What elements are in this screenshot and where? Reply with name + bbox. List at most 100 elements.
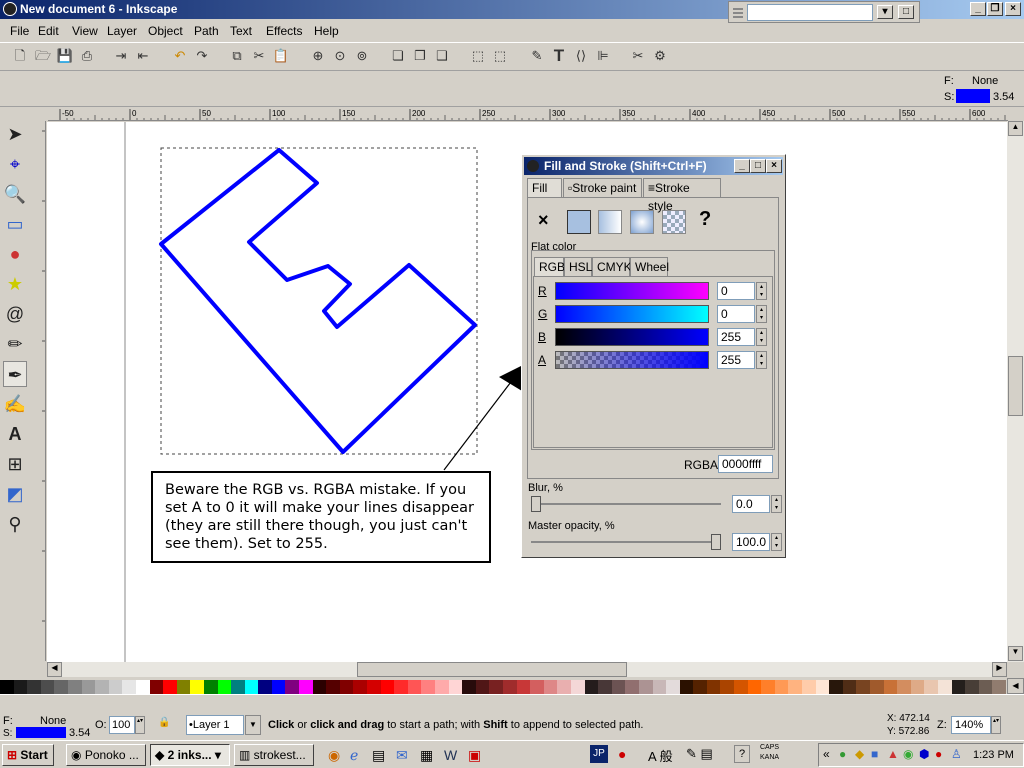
linear-gradient-icon[interactable] — [598, 210, 622, 234]
node-tool-icon[interactable]: ⌖ — [3, 151, 27, 177]
menu-layer[interactable]: Layer — [107, 24, 137, 38]
quicklaunch-explorer-icon[interactable]: ▤ — [372, 747, 385, 764]
rgba-input[interactable]: 0000ffff — [718, 455, 773, 473]
tray-icon-4[interactable]: ▲ — [887, 747, 899, 761]
menu-object[interactable]: Object — [148, 24, 183, 38]
ungroup-icon[interactable]: ⬚ — [490, 46, 510, 66]
tray-icon-5[interactable]: ◉ — [903, 747, 913, 761]
menu-edit[interactable]: Edit — [38, 24, 59, 38]
radial-gradient-icon[interactable] — [630, 210, 654, 234]
minimize-button[interactable]: _ — [970, 2, 986, 16]
close-button[interactable]: × — [1005, 2, 1021, 16]
zoom-input[interactable]: 140% — [951, 716, 991, 734]
import-icon[interactable]: ⇥ — [111, 46, 131, 66]
opacity-spinner[interactable]: ▴▾ — [135, 716, 145, 734]
xml-editor-icon[interactable]: ⟨⟩ — [571, 46, 591, 66]
ime-help-icon[interactable]: ? — [734, 745, 750, 763]
zoom-selection-icon[interactable]: ⊕ — [308, 46, 328, 66]
blur-slider[interactable] — [531, 503, 721, 505]
copy-icon[interactable]: ⧉ — [227, 46, 247, 66]
palette-swatches[interactable] — [0, 680, 1006, 694]
alpha-slider[interactable] — [555, 351, 709, 369]
green-spinner[interactable]: ▴ ▾ — [756, 305, 767, 323]
open-icon[interactable]: 🗁 — [33, 46, 53, 66]
tray-icon-7[interactable]: ● — [935, 747, 942, 761]
tray-network-icon[interactable]: ♙ — [951, 747, 962, 761]
unlink-clone-icon[interactable]: ❑ — [432, 46, 452, 66]
duplicate-icon[interactable]: ❏ — [388, 46, 408, 66]
clone-icon[interactable]: ❐ — [410, 46, 430, 66]
blue-spinner[interactable]: ▴ ▾ — [756, 328, 767, 346]
red-slider[interactable] — [555, 282, 709, 300]
tab-cmyk[interactable]: CMYK — [592, 257, 632, 277]
preferences-icon[interactable]: ✂ — [628, 46, 648, 66]
scroll-left-icon[interactable]: ◀ — [47, 662, 62, 677]
pen-tool-icon[interactable]: ✒ — [3, 361, 27, 387]
group-icon[interactable]: ⬚ — [468, 46, 488, 66]
save-icon[interactable]: 💾 — [55, 46, 75, 66]
status-stroke-swatch[interactable] — [16, 727, 66, 738]
dialog-maximize-button[interactable]: □ — [750, 159, 766, 173]
red-spinner[interactable]: ▴ ▾ — [756, 282, 767, 300]
green-slider[interactable] — [555, 305, 709, 323]
zoom-spinner[interactable]: ▴▾ — [991, 716, 1001, 734]
layer-selector[interactable]: •Layer 1 — [186, 715, 244, 735]
flat-color-icon[interactable] — [567, 210, 591, 234]
horizontal-scroll-thumb[interactable] — [357, 662, 627, 677]
blue-input[interactable]: 255 — [717, 328, 755, 346]
selector-tool-icon[interactable]: ➤ — [3, 121, 27, 147]
star-tool-icon[interactable]: ★ — [3, 271, 27, 297]
gradient-tool-icon[interactable]: ◩ — [3, 481, 27, 507]
blur-spinner[interactable]: ▴ ▾ — [771, 495, 782, 513]
redo-icon[interactable]: ↷ — [192, 46, 212, 66]
print-icon[interactable]: ⎙ — [77, 46, 97, 66]
connector-tool-icon[interactable]: ⊞ — [3, 451, 27, 477]
menu-view[interactable]: View — [72, 24, 98, 38]
task-strokestyle[interactable]: ▥ strokest... — [234, 744, 314, 766]
tab-hsl[interactable]: HSL — [564, 257, 592, 277]
red-input[interactable]: 0 — [717, 282, 755, 300]
tab-rgb[interactable]: RGB — [534, 257, 565, 277]
menu-file[interactable]: File — [10, 24, 29, 38]
menu-effects[interactable]: Effects — [266, 24, 302, 38]
tab-stroke-style[interactable]: ≡Stroke style — [643, 178, 721, 213]
opacity-input[interactable]: 100 — [109, 716, 135, 734]
tab-stroke-paint[interactable]: ▫Stroke paint — [563, 178, 642, 198]
tray-icon-2[interactable]: ◆ — [855, 747, 864, 761]
ime-tools-icon[interactable]: ✎ ▤ — [686, 746, 713, 762]
dialog-close-button[interactable]: × — [766, 159, 782, 173]
tab-fill[interactable]: Fill — [527, 178, 562, 198]
spiral-tool-icon[interactable]: @ — [3, 301, 27, 327]
dropdown-icon[interactable]: ▾ — [877, 5, 893, 19]
align-distribute-icon[interactable]: ⊫ — [593, 46, 613, 66]
quicklaunch-word-icon[interactable]: W — [444, 747, 457, 763]
ime-language-indicator[interactable]: JP — [590, 745, 608, 763]
square-button[interactable]: □ — [898, 5, 914, 19]
tray-icon-3[interactable]: ■ — [871, 747, 878, 761]
new-document-icon[interactable]: 🗋 — [10, 46, 30, 66]
layer-dropdown-icon[interactable]: ▼ — [245, 715, 261, 735]
menu-text[interactable]: Text — [230, 24, 252, 38]
fill-stroke-icon[interactable]: ✎ — [527, 46, 547, 66]
paste-icon[interactable]: 📋 — [271, 46, 291, 66]
quicklaunch-acrobat-icon[interactable]: ▣ — [468, 747, 481, 764]
undo-icon[interactable]: ↶ — [170, 46, 190, 66]
unset-paint-icon[interactable]: ? — [699, 208, 711, 231]
vertical-scrollbar[interactable]: ▲ ▼ — [1007, 121, 1024, 662]
document-properties-icon[interactable]: ⚙ — [650, 46, 670, 66]
tray-icon-1[interactable]: ● — [839, 747, 846, 761]
opacity-slider-thumb[interactable] — [711, 534, 721, 550]
quicklaunch-firefox-icon[interactable]: ◉ — [328, 747, 340, 764]
alpha-input[interactable]: 255 — [717, 351, 755, 369]
scroll-up-icon[interactable]: ▲ — [1008, 121, 1023, 136]
task-firefox-ponoko[interactable]: ◉ Ponoko ... — [66, 744, 146, 766]
vertical-scroll-thumb[interactable] — [1008, 356, 1023, 416]
no-paint-icon[interactable]: × — [538, 210, 549, 231]
zoom-drawing-icon[interactable]: ⊙ — [330, 46, 350, 66]
palette-scroll-icon[interactable]: ◀ — [1007, 678, 1024, 694]
export-icon[interactable]: ⇤ — [133, 46, 153, 66]
calligraphy-tool-icon[interactable]: ✍ — [3, 391, 27, 417]
ime-kana-icon[interactable]: A 般 — [648, 746, 673, 765]
blur-slider-thumb[interactable] — [531, 496, 541, 512]
scroll-right-icon[interactable]: ▶ — [992, 662, 1007, 677]
